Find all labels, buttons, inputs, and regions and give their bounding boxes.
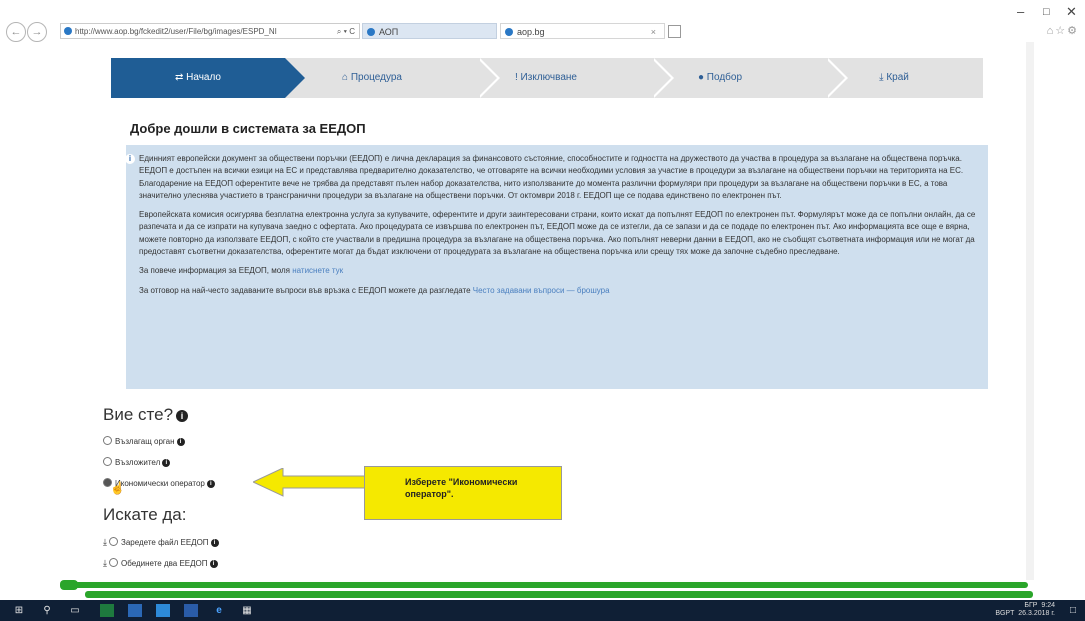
tray-lang-sub: BGPT [995, 610, 1015, 617]
want-heading: Искате да: [103, 505, 187, 524]
hand-cursor-icon: ☝ [110, 481, 125, 495]
info-icon[interactable]: i [209, 560, 218, 568]
step-divider [477, 58, 500, 98]
task-view-icon[interactable]: ▭ [68, 604, 82, 617]
radio-contracting-entity[interactable]: Възложител i [103, 457, 171, 469]
tray-lang[interactable]: БГР [1024, 602, 1037, 609]
who-heading-text: Вие сте? [103, 405, 174, 424]
radio-button[interactable] [103, 457, 112, 466]
info-paragraph-1: Единният европейски документ за обществе… [139, 154, 964, 200]
address-url: http://www.aop.bg/fckedit2/user/File/bg/… [75, 27, 277, 36]
favorites-icon[interactable]: ☆ [1055, 25, 1067, 37]
step-procedure[interactable]: ⌂ Процедура [285, 58, 459, 98]
info-icon[interactable]: i [176, 410, 189, 422]
address-search-icon[interactable]: ⌕ ▾ C [337, 24, 355, 38]
info-icon[interactable]: i [210, 539, 219, 547]
step-divider [651, 58, 674, 98]
tab-label: АОП [379, 27, 399, 37]
callout-text: Изберете "Икономически оператор". [405, 477, 518, 499]
info-paragraph-2: Европейската комисия осигурява безплатна… [139, 210, 976, 257]
more-info-link[interactable]: натиснете тук [292, 266, 343, 275]
windows-taskbar: ⊞ ⚲ ▭ e ▦ БГР 9:24 BGPT 26.3.2018 г. □ [0, 600, 1085, 621]
radio-button[interactable] [108, 537, 118, 546]
scrollbar[interactable] [1026, 42, 1034, 580]
tray-time[interactable]: 9:24 [1041, 602, 1055, 609]
info-icon[interactable]: i [162, 459, 171, 467]
step-divider [825, 58, 848, 98]
ie-icon[interactable]: e [212, 604, 226, 617]
address-bar[interactable]: http://www.aop.bg/fckedit2/user/File/bg/… [60, 23, 360, 39]
download-icon: ⤓ [103, 558, 107, 568]
minimize-icon[interactable]: – [1017, 4, 1024, 19]
faq-link[interactable]: Често задавани въпроси — брошура [473, 286, 610, 295]
info-icon[interactable]: i [206, 480, 215, 488]
callout-arrow-icon [253, 468, 368, 497]
info-panel: i Единният европейски документ за общест… [125, 145, 988, 389]
more-info-line: За повече информация за ЕЕДОП, моля нати… [139, 265, 976, 277]
explorer-icon[interactable] [156, 604, 170, 617]
windows-icon[interactable]: ⊞ [12, 604, 26, 617]
word-icon[interactable] [184, 604, 198, 617]
forward-icon[interactable]: → [27, 22, 47, 42]
instruction-callout: Изберете "Икономически оператор". [364, 466, 562, 520]
option-merge-espd[interactable]: ⤓ Обединете два ЕЕДОП i [103, 557, 218, 570]
notifications-icon[interactable]: □ [1067, 604, 1079, 617]
progress-bar [60, 582, 1028, 588]
system-tray: БГР 9:24 BGPT 26.3.2018 г. [995, 602, 1055, 618]
back-icon[interactable]: ← [6, 22, 26, 42]
radio-label: Икономически оператор [115, 479, 205, 488]
page-content: ⇄ Начало ⌂ Процедура ! Изключване ● Подб… [93, 42, 1010, 582]
new-tab-button[interactable] [668, 25, 681, 38]
maximize-icon[interactable]: □ [1043, 6, 1050, 18]
excel-icon[interactable] [100, 604, 114, 617]
home-icon[interactable]: ⌂ [1047, 25, 1056, 37]
tab-aop-bg[interactable]: aop.bg × [500, 23, 665, 39]
radio-label: Възложител [115, 458, 161, 467]
outlook-icon[interactable] [128, 604, 142, 617]
download-icon: ⤓ [103, 537, 107, 547]
radio-label: Обединете два ЕЕДОП [120, 559, 208, 568]
ie-favicon-icon [505, 28, 513, 36]
radio-contracting-authority[interactable]: Възлагащ орган i [103, 436, 185, 448]
wizard-steps: ⇄ Начало ⌂ Процедура ! Изключване ● Подб… [111, 58, 983, 98]
search-icon[interactable]: ⚲ [40, 604, 54, 617]
ie-favicon-icon [367, 28, 375, 36]
tab-aop[interactable]: АОП [362, 23, 497, 39]
close-window-icon[interactable]: ✕ [1066, 4, 1077, 20]
close-tab-icon[interactable]: × [651, 24, 656, 40]
browser-chrome: ← → http://www.aop.bg/fckedit2/user/File… [0, 0, 1085, 42]
tab-label: aop.bg [517, 27, 545, 37]
page-title: Добре дошли в системата за ЕЕДОП [130, 121, 366, 136]
faq-text: За отговор на най-често задаваните въпро… [139, 285, 473, 295]
settings-icon[interactable]: ⚙ [1067, 25, 1079, 37]
calculator-icon[interactable]: ▦ [240, 604, 254, 617]
ie-favicon-icon [64, 27, 72, 35]
info-icon: i [125, 154, 135, 164]
radio-button[interactable] [108, 558, 118, 567]
progress-bar-secondary [85, 591, 1033, 598]
tray-date: 26.3.2018 г. [1018, 610, 1055, 617]
who-heading: Вие сте? i [103, 405, 189, 425]
browser-tools: ⌂☆⚙ [1047, 24, 1079, 37]
radio-label: Възлагащ орган [115, 437, 175, 446]
faq-line: За отговор на най-често задаваните въпро… [139, 285, 976, 297]
option-import-espd[interactable]: ⤓ Заредете файл ЕЕДОП i [103, 536, 219, 549]
radio-label: Заредете файл ЕЕДОП [120, 538, 209, 547]
radio-button[interactable] [103, 436, 112, 445]
step-start[interactable]: ⇄ Начало [111, 58, 305, 98]
more-info-text: За повече информация за ЕЕДОП, моля [139, 266, 293, 276]
info-icon[interactable]: i [176, 438, 185, 446]
